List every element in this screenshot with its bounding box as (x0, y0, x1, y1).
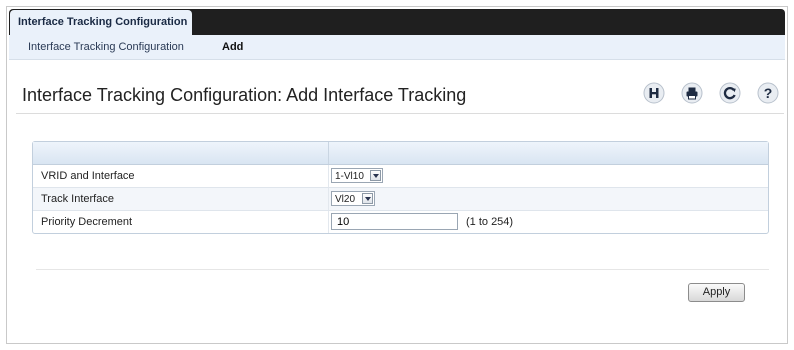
row-priority-decrement: Priority Decrement (1 to 254) (33, 211, 768, 233)
priority-decrement-input[interactable] (331, 213, 458, 230)
vrid-and-interface-select[interactable]: 1-Vl10 (331, 168, 383, 183)
help-icon[interactable]: ? (757, 82, 779, 104)
priority-decrement-label: Priority Decrement (41, 216, 133, 228)
row-vrid-and-interface: VRID and Interface 1-Vl10 (33, 165, 768, 188)
save-icon[interactable] (643, 82, 665, 104)
priority-decrement-range-hint: (1 to 254) (466, 216, 514, 228)
track-interface-value: Vl20 (335, 194, 356, 205)
vrid-and-interface-value: 1-Vl10 (335, 171, 364, 182)
svg-text:?: ? (764, 85, 773, 101)
interface-tracking-form: VRID and Interface 1-Vl10 Track Interfac… (32, 141, 769, 234)
apply-button[interactable]: Apply (688, 283, 745, 302)
track-interface-label: Track Interface (41, 193, 114, 205)
row-track-interface: Track Interface Vl20 (33, 188, 768, 211)
track-interface-select[interactable]: Vl20 (331, 191, 375, 206)
subnav-item-add[interactable]: Add (222, 35, 243, 59)
table-header (33, 142, 768, 165)
title-divider (16, 113, 784, 114)
chevron-down-icon (370, 170, 381, 181)
print-icon[interactable] (681, 82, 703, 104)
refresh-icon[interactable] (719, 82, 741, 104)
tab-interface-tracking-configuration[interactable]: Interface Tracking Configuration (10, 10, 192, 35)
page-title: Interface Tracking Configuration: Add In… (22, 85, 467, 105)
vrid-and-interface-label: VRID and Interface (41, 170, 135, 182)
subnav-item-interface-tracking-configuration[interactable]: Interface Tracking Configuration (28, 35, 184, 59)
footer-divider (36, 269, 769, 270)
sub-navigation: Interface Tracking Configuration Add (9, 35, 785, 60)
chevron-down-icon (362, 193, 373, 204)
